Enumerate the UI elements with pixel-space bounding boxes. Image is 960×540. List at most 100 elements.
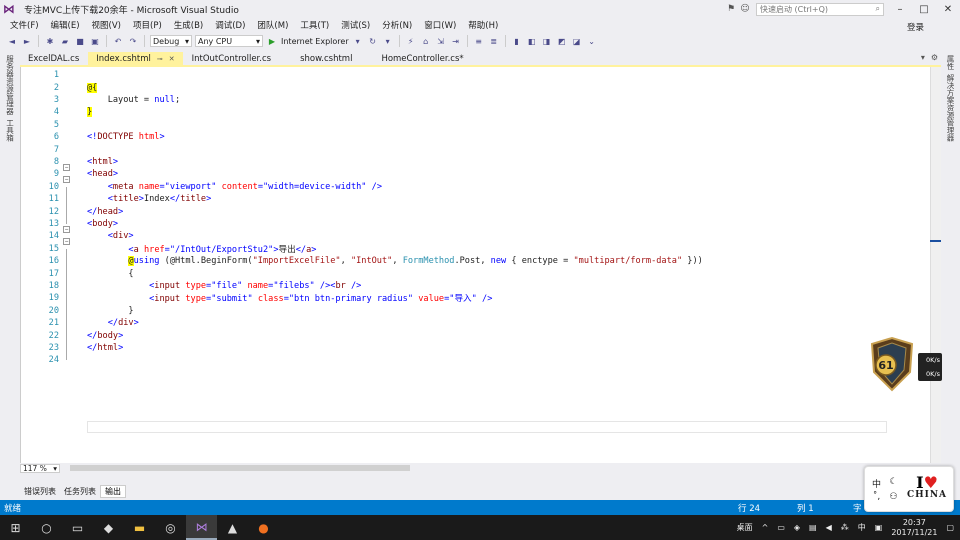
open-file-icon[interactable]: ▰ [59, 35, 71, 47]
tab-show-cshtml[interactable]: show.cshtml [280, 52, 372, 66]
tab-list-dropdown-icon[interactable]: ▾ [921, 53, 925, 62]
network-icon[interactable]: ▤ [809, 523, 817, 532]
code-line[interactable]: 20 } [21, 305, 931, 324]
menu-analyze[interactable]: 分析(N) [376, 19, 418, 31]
task-view-icon[interactable]: ▭ [62, 515, 93, 540]
file-explorer-icon[interactable]: ▬ [124, 515, 155, 540]
maximize-button[interactable]: □ [912, 4, 936, 15]
windows-start-icon[interactable]: ⊞ [0, 515, 31, 540]
notify-icon[interactable]: ▣ [875, 523, 883, 532]
step-into-icon[interactable]: ⇲ [435, 35, 447, 47]
ime-mode-icon[interactable]: ⁂ [841, 523, 849, 532]
menu-debug[interactable]: 调试(D) [209, 19, 251, 31]
redo-icon[interactable]: ↷ [127, 35, 139, 47]
menu-help[interactable]: 帮助(H) [462, 19, 504, 31]
chevron-down-icon[interactable]: ▾ [352, 35, 364, 47]
punctuation-icon[interactable]: ˚, [869, 492, 884, 502]
code-line[interactable]: 15 <a href="/IntOut/ExportStu2">导出</a> [21, 243, 931, 262]
volume-icon[interactable]: ◀ [826, 523, 832, 532]
quick-launch-input[interactable]: 快速启动 (Ctrl+Q) ⌕ [756, 2, 884, 16]
bookmark-folder-icon[interactable]: ◩ [556, 35, 568, 47]
code-editor[interactable]: 1 2 @{3 Layout = null; 4} 5 6 <!DOCTYPE html> 7… [20, 67, 930, 463]
new-project-icon[interactable]: ✱ [44, 35, 56, 47]
code-line[interactable]: 3 Layout = null; [21, 94, 931, 106]
code-line[interactable]: 8− <html> [21, 156, 931, 171]
menu-team[interactable]: 团队(M) [251, 19, 294, 31]
code-line[interactable]: 1 [21, 69, 931, 81]
moon-icon[interactable]: ☾ [886, 477, 901, 490]
code-line[interactable]: 9− <head> [21, 168, 931, 184]
code-line[interactable]: 6 <!DOCTYPE html> [21, 131, 931, 143]
code-line[interactable]: 18 <input type="file" name="filebs" /><b… [21, 280, 931, 299]
save-icon[interactable]: ■ [74, 35, 86, 47]
tab-intout-controller[interactable]: IntOutController.cs [184, 52, 279, 66]
code-line[interactable]: 2 @{ [21, 81, 931, 93]
horizontal-scrollbar[interactable] [70, 465, 410, 471]
code-line[interactable]: 7 [21, 143, 931, 155]
pin-icon[interactable]: ⊸ [157, 55, 163, 63]
browser-run-button[interactable]: Internet Explorer [281, 37, 349, 46]
toolbar-overflow-icon[interactable]: ⌄ [586, 35, 598, 47]
security-shield-icon[interactable]: ◈ [794, 523, 800, 532]
undo-icon[interactable]: ↶ [112, 35, 124, 47]
game-level-badge[interactable]: 61 [866, 334, 918, 394]
code-line[interactable]: 23 </html> [21, 342, 931, 361]
solution-explorer-tab[interactable]: 解决方案资源管理器 [945, 74, 956, 142]
tab-exceldal[interactable]: ExcelDAL.cs [20, 52, 87, 66]
code-line[interactable]: 17 { [21, 267, 931, 286]
code-line[interactable]: 16 @using (@Html.BeginForm("ImportExcelF… [21, 255, 931, 274]
code-line[interactable]: 10 <meta name="viewport" content="width=… [21, 181, 931, 200]
forward-icon[interactable]: ► [21, 35, 33, 47]
code-line[interactable]: 12 </head> [21, 205, 931, 224]
vertical-scrollbar[interactable] [930, 67, 941, 463]
ime-toolbar-widget[interactable]: 中 ☾ ˚, ⚇ I♥ CHINA [864, 466, 954, 512]
network-speed-widget[interactable]: 0K/s 0K/s [918, 353, 942, 381]
visual-studio-icon[interactable]: ⋈ [186, 515, 217, 540]
bookmark-icon[interactable]: ▮ [511, 35, 523, 47]
search-icon[interactable]: ○ [31, 515, 62, 540]
code-line[interactable]: 5 [21, 119, 931, 131]
code-line[interactable]: 4} [21, 106, 931, 118]
code-line[interactable]: 13− <body> [21, 218, 931, 233]
comment-icon[interactable]: ≡ [473, 35, 485, 47]
step-over-icon[interactable]: ⇥ [450, 35, 462, 47]
minimize-button[interactable]: – [888, 4, 912, 15]
app-launcher-icon[interactable]: ◆ [93, 515, 124, 540]
uncomment-icon[interactable]: ≣ [488, 35, 500, 47]
shirt-skin-icon[interactable]: ⚇ [886, 492, 901, 502]
close-icon[interactable]: ✕ [169, 55, 175, 63]
properties-tab[interactable]: 属性 [945, 55, 956, 70]
notification-flag-icon[interactable]: ⚑ [724, 4, 738, 14]
config-select[interactable]: Debug ▾ [150, 35, 192, 47]
battery-icon[interactable]: ▭ [777, 523, 785, 532]
tray-desktop-label[interactable]: 桌面 [737, 522, 753, 533]
save-all-icon[interactable]: ▣ [89, 35, 101, 47]
tab-output[interactable]: 输出 [100, 484, 126, 498]
code-line[interactable]: 24 [21, 354, 931, 366]
tab-home-controller[interactable]: HomeController.cs* [373, 52, 471, 66]
tab-error-list[interactable]: 错误列表 [20, 486, 60, 497]
close-button[interactable]: ✕ [936, 4, 960, 15]
chevron-down-icon[interactable]: ▾ [382, 35, 394, 47]
browser-link-icon[interactable]: ⚡ [405, 35, 417, 47]
ime-language-icon[interactable]: 中 [858, 522, 866, 533]
menu-tools[interactable]: 工具(T) [294, 19, 335, 31]
ime-language-toggle[interactable]: 中 [869, 477, 884, 490]
code-line[interactable]: 19 <input type="submit" class="btn btn-p… [21, 292, 931, 311]
code-line[interactable]: 11 <title>Index</title> [21, 193, 931, 212]
firefox-icon[interactable]: ● [248, 515, 279, 540]
taskbar-clock[interactable]: 20:37 2017/11/21 [891, 518, 937, 538]
step-icon[interactable]: ⌂ [420, 35, 432, 47]
refresh-icon[interactable]: ↻ [367, 35, 379, 47]
settings-gear-icon[interactable]: ⚙ [931, 53, 938, 62]
tab-task-list[interactable]: 任务列表 [60, 486, 100, 497]
clear-bookmarks-icon[interactable]: ◪ [571, 35, 583, 47]
photos-icon[interactable]: ▲ [217, 515, 248, 540]
show-hidden-icon[interactable]: ^ [762, 523, 769, 532]
toolbox-tab[interactable]: 工具箱 [5, 119, 16, 142]
platform-select[interactable]: Any CPU ▾ [195, 35, 263, 47]
menu-test[interactable]: 测试(S) [335, 19, 376, 31]
code-line[interactable]: 22 </body> [21, 329, 931, 348]
tab-index-cshtml[interactable]: Index.cshtml ⊸ ✕ [88, 52, 183, 66]
action-center-icon[interactable]: ▢ [946, 523, 954, 532]
